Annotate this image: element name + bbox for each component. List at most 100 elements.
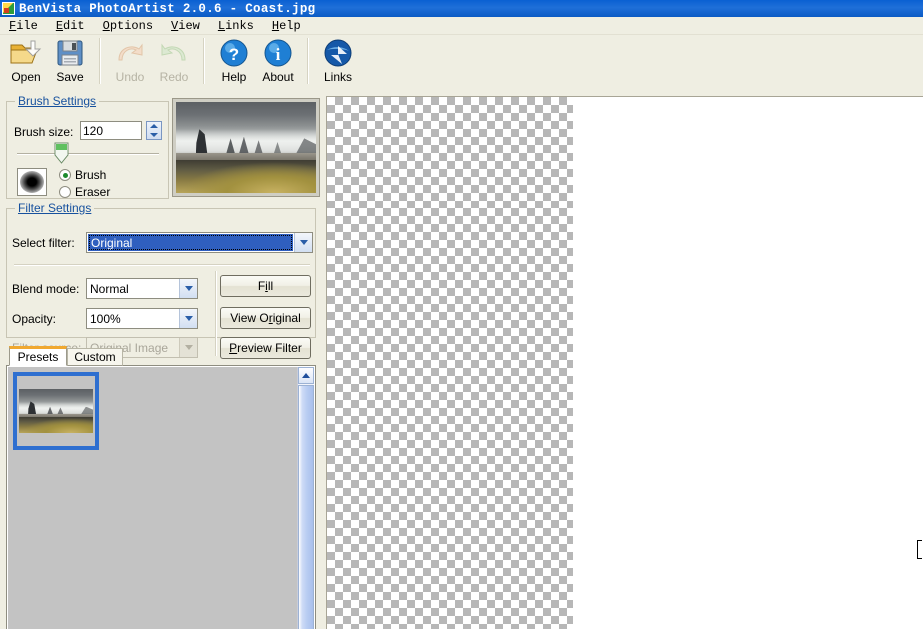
image-preview-thumbnail[interactable] <box>172 98 320 197</box>
filter-settings-title: Filter Settings <box>15 201 95 215</box>
view-original-button[interactable]: View Original <box>220 307 311 329</box>
redo-button[interactable]: Redo <box>152 35 196 91</box>
select-filter-label: Select filter: <box>12 236 75 250</box>
chevron-up-icon <box>302 373 310 378</box>
application-window: BenVista PhotoArtist 2.0.6 - Coast.jpg F… <box>0 0 923 629</box>
filter-divider <box>14 264 310 266</box>
presets-listbox[interactable] <box>6 365 316 629</box>
fill-button-label: Fill <box>257 279 274 293</box>
undo-arrow-icon <box>118 43 143 61</box>
eraser-radio-label: Eraser <box>75 185 111 199</box>
info-icon: i <box>264 39 292 67</box>
preview-dune-grass <box>176 160 316 193</box>
toolbar-separator-1 <box>99 38 101 84</box>
save-button-label: Save <box>56 70 84 84</box>
menu-item-file[interactable]: File <box>0 19 47 33</box>
menu-item-help[interactable]: Help <box>263 19 310 33</box>
about-button[interactable]: i About <box>256 35 300 91</box>
tab-custom[interactable]: Custom <box>67 348 123 366</box>
menu-item-options[interactable]: Options <box>94 19 162 33</box>
brush-size-slider-track[interactable] <box>17 153 159 155</box>
presets-vertical-scrollbar[interactable] <box>297 367 314 629</box>
undo-button-label: Undo <box>115 70 145 84</box>
scrollbar-thumb[interactable] <box>298 385 314 629</box>
brush-preview-swatch[interactable] <box>17 168 47 196</box>
tab-custom-label: Custom <box>74 350 116 364</box>
chevron-down-icon <box>184 316 193 321</box>
brush-size-slider-handle[interactable] <box>54 142 69 164</box>
transparency-checker-main <box>327 208 573 629</box>
brush-settings-group: Brush Settings Brush size: 120 Brush Era… <box>6 94 169 199</box>
menu-bar: File Edit Options View Links Help <box>0 17 923 35</box>
opacity-dropdown-button[interactable] <box>179 309 197 328</box>
opacity-combobox[interactable]: 100% <box>86 308 198 329</box>
tab-presets-label: Presets <box>17 350 59 364</box>
floppy-disk-icon <box>57 40 83 66</box>
brush-size-input[interactable]: 120 <box>80 121 142 140</box>
preset-coast-image <box>19 389 93 433</box>
title-bar: BenVista PhotoArtist 2.0.6 - Coast.jpg <box>0 0 923 17</box>
links-button[interactable]: Links <box>316 35 360 91</box>
select-filter-combobox[interactable]: Original <box>86 232 313 253</box>
brush-softness-preview <box>20 171 44 193</box>
brush-radio-indicator <box>59 169 71 181</box>
question-mark-icon: ? <box>220 39 248 67</box>
view-original-button-label: View Original <box>230 311 301 325</box>
help-button[interactable]: ? Help <box>212 35 256 91</box>
blend-mode-dropdown-button[interactable] <box>179 279 197 298</box>
about-button-label: About <box>262 70 294 84</box>
blend-mode-combobox[interactable]: Normal <box>86 278 198 299</box>
toolbar-separator-3 <box>307 38 309 84</box>
preset-dune-grass <box>19 417 93 433</box>
stepper-down-icon <box>150 132 158 137</box>
filter-settings-group: Filter Settings Select filter: Original … <box>6 201 316 359</box>
toolbar-separator-2 <box>203 38 205 84</box>
blend-mode-value: Normal <box>90 281 129 296</box>
opacity-value: 100% <box>90 311 121 326</box>
scroll-up-button[interactable] <box>298 367 314 384</box>
eraser-radio-indicator <box>59 186 71 198</box>
preset-thumbnail <box>19 389 93 433</box>
brush-size-stepper[interactable] <box>146 121 162 140</box>
help-button-label: Help <box>221 70 247 84</box>
open-button[interactable]: Open <box>4 35 48 91</box>
app-icon <box>2 2 15 15</box>
preset-item-original[interactable] <box>13 372 99 450</box>
open-button-label: Open <box>11 70 41 84</box>
stepper-up-icon <box>150 124 158 129</box>
links-button-label: Links <box>323 70 352 84</box>
blend-mode-label: Blend mode: <box>12 282 80 296</box>
undo-button[interactable]: Undo <box>108 35 152 91</box>
save-button[interactable]: Save <box>48 35 92 91</box>
transparency-checker-top <box>327 97 573 208</box>
tab-presets[interactable]: Presets <box>9 346 67 366</box>
fill-button[interactable]: Fill <box>220 275 311 297</box>
globe-icon <box>324 39 352 67</box>
menu-item-links[interactable]: Links <box>209 19 263 33</box>
coast-preview-image <box>176 102 316 193</box>
redo-button-label: Redo <box>159 70 189 84</box>
brush-size-label: Brush size: <box>14 125 74 139</box>
folder-open-icon <box>10 40 42 64</box>
image-canvas[interactable] <box>326 96 923 629</box>
brush-radio-label: Brush <box>75 168 107 182</box>
window-title: BenVista PhotoArtist 2.0.6 - Coast.jpg <box>19 1 316 16</box>
presets-tabstrip: Presets Custom <box>6 346 316 366</box>
chevron-down-icon <box>184 286 193 291</box>
menu-item-edit[interactable]: Edit <box>47 19 94 33</box>
eraser-mode-radio[interactable]: Eraser <box>59 185 110 199</box>
menu-item-view[interactable]: View <box>162 19 209 33</box>
svg-text:i: i <box>276 45 281 64</box>
svg-text:?: ? <box>229 45 239 64</box>
select-filter-value: Original <box>88 234 293 251</box>
left-settings-panel: Brush Settings Brush size: 120 Brush Era… <box>0 94 322 629</box>
brush-settings-title: Brush Settings <box>15 94 100 108</box>
presets-list-content <box>8 367 297 629</box>
opacity-label: Opacity: <box>12 312 57 326</box>
chevron-down-icon <box>299 240 308 245</box>
select-filter-dropdown-button[interactable] <box>294 233 312 252</box>
brush-mode-radio[interactable]: Brush <box>59 168 106 182</box>
redo-arrow-icon <box>161 43 186 61</box>
filter-vertical-divider <box>215 271 217 356</box>
toolbar: Open Save Undo Redo ? Help i About Links <box>0 35 923 94</box>
